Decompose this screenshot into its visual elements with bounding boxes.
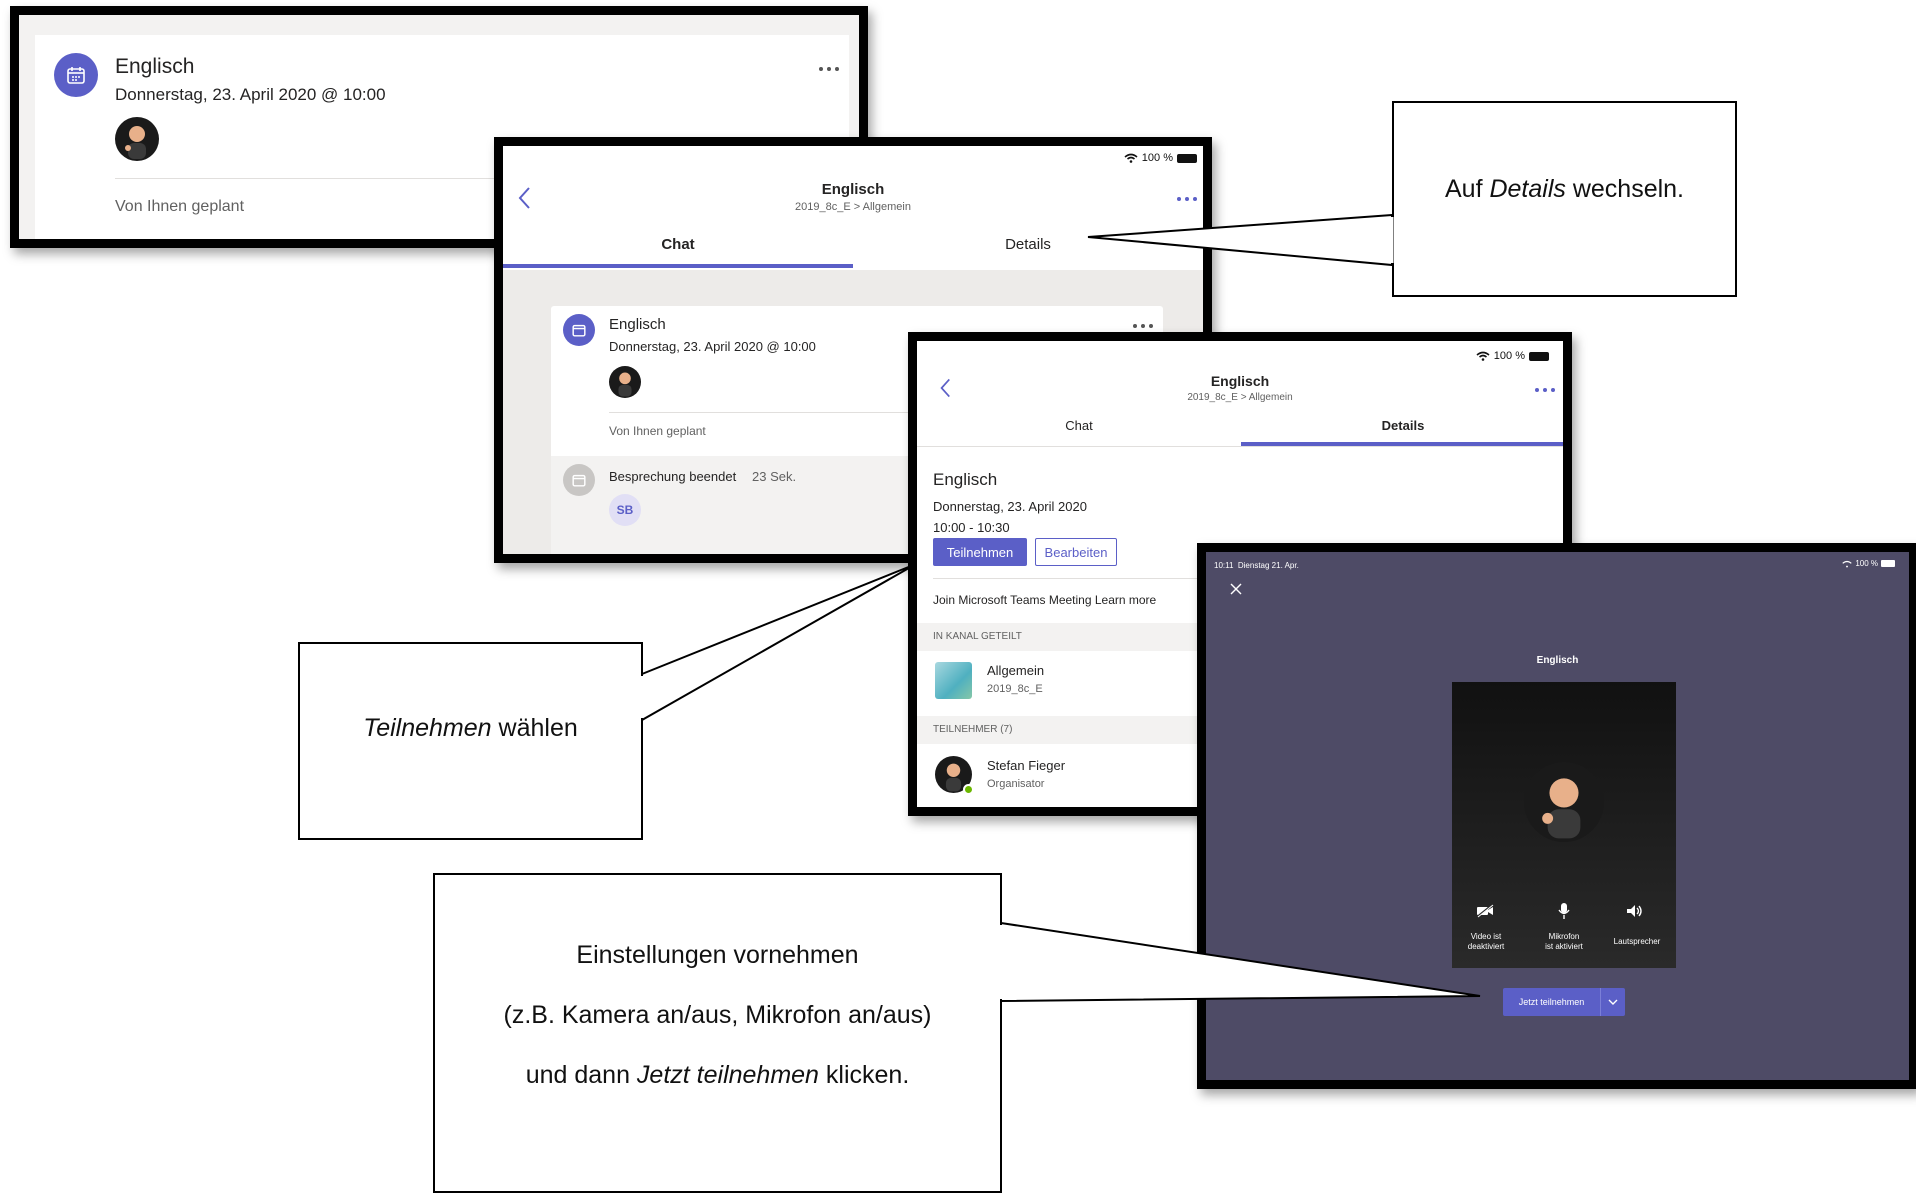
more-options-icon[interactable] — [1133, 324, 1153, 328]
participant-role: Organisator — [987, 778, 1045, 790]
join-callout-pointer — [641, 563, 917, 722]
organizer-avatar — [609, 366, 641, 398]
mic-label: Mikrofon ist aktiviert — [1534, 932, 1594, 952]
callout-details-em: Details — [1489, 175, 1566, 203]
tab-divider — [917, 446, 1563, 447]
meeting-title: Englisch — [115, 55, 195, 78]
battery-percent: 100 % — [1493, 350, 1525, 362]
calendar-icon — [563, 314, 595, 346]
speaker-icon[interactable] — [1626, 904, 1644, 923]
more-options-icon[interactable] — [819, 67, 839, 71]
wifi-icon — [1124, 153, 1138, 163]
mic-label-line1: Mikrofon — [1548, 932, 1580, 941]
callout-join-post: wählen — [491, 714, 578, 742]
participant-name: Stefan Fieger — [987, 758, 1066, 773]
tab-details[interactable]: Details — [1241, 418, 1563, 433]
organizer-avatar — [115, 117, 159, 161]
meeting-duration: 23 Sek. — [752, 469, 797, 484]
callout-details: Auf Details wechseln. — [1392, 101, 1737, 297]
status-left: 10:11 Dienstag 21. Apr. — [1214, 561, 1299, 570]
callout-settings-line1: Einstellungen vornehmen — [576, 941, 859, 969]
tab-chat-indicator — [503, 264, 853, 268]
participant-initials-avatar: SB — [609, 494, 641, 526]
meeting-title: Englisch — [933, 470, 998, 489]
card-title: Englisch — [609, 316, 666, 333]
meeting-name: Englisch — [1536, 655, 1579, 666]
callout-join-text: Teilnehmen wählen — [300, 714, 641, 743]
status-bar: 100 % — [1476, 350, 1549, 362]
calendar-ended-icon — [563, 464, 595, 496]
status-bar: 100 % — [1124, 152, 1197, 164]
video-label-line2: deaktiviert — [1467, 942, 1505, 951]
section-participants-label: TEILNEHMER (7) — [933, 724, 1013, 735]
microphone-icon[interactable] — [1558, 902, 1570, 925]
meeting-ended-label: Besprechung beendet — [609, 469, 737, 484]
meeting-date: Donnerstag, 23. April 2020 @ 10:00 — [115, 85, 386, 104]
close-icon[interactable] — [1230, 582, 1242, 600]
meeting-time: 10:00 - 10:30 — [933, 520, 1010, 535]
tab-chat[interactable]: Chat — [917, 418, 1241, 433]
header-title: Englisch — [1210, 373, 1270, 389]
video-label-line1: Video ist — [1470, 932, 1502, 941]
join-button[interactable]: Teilnehmen — [933, 538, 1027, 566]
mic-label-line2: ist aktiviert — [1545, 942, 1583, 951]
callout-details-text: Auf Details wechseln. — [1394, 175, 1735, 204]
meeting-date: Donnerstag, 23. April 2020 — [933, 499, 1087, 514]
battery-percent: 100 % — [1141, 152, 1173, 164]
channel-team: 2019_8c_E — [987, 683, 1043, 695]
callout-settings-line3: und dann Jetzt teilnehmen klicken. — [435, 1061, 1000, 1090]
more-options-icon[interactable] — [1535, 388, 1555, 392]
callout-settings-line3-em: Jetzt teilnehmen — [636, 1061, 819, 1089]
video-label: Video ist deaktiviert — [1456, 932, 1516, 952]
self-avatar — [1524, 762, 1604, 842]
calendar-icon — [54, 53, 98, 97]
prejoin-screenshot: 10:11 Dienstag 21. Apr. 100 % Englisch V… — [1197, 543, 1916, 1089]
battery-icon — [1881, 560, 1895, 567]
battery-icon — [1529, 351, 1549, 361]
callout-details-pre: Auf — [1444, 175, 1490, 203]
callout-settings-line3-pre: und dann — [525, 1061, 637, 1089]
more-options-icon[interactable] — [1177, 197, 1197, 201]
header-title: Englisch — [821, 181, 885, 198]
presence-available-icon — [963, 784, 974, 795]
callout-settings-line3-post: klicken. — [818, 1061, 910, 1089]
video-preview: Video ist deaktiviert Mikrofon ist aktivie… — [1452, 682, 1676, 968]
callout-details-post: wechseln. — [1565, 175, 1685, 203]
header-subtitle: 2019_8c_E > Allgemein — [795, 201, 911, 213]
callout-join: Teilnehmen wählen — [298, 642, 643, 840]
join-meeting-link[interactable]: Join Microsoft Teams Meeting Learn more — [933, 593, 1156, 607]
wifi-icon — [1842, 560, 1852, 567]
status-right: 100 % — [1842, 559, 1895, 568]
channel-name: Allgemein — [987, 663, 1045, 678]
join-options-chevron-icon[interactable] — [1601, 988, 1625, 1016]
tab-details[interactable]: Details — [853, 236, 1203, 253]
edit-button[interactable]: Bearbeiten — [1035, 538, 1117, 566]
wifi-icon — [1476, 351, 1490, 361]
card-date: Donnerstag, 23. April 2020 @ 10:00 — [609, 339, 816, 354]
join-now-button[interactable]: Jetzt teilnehmen — [1503, 988, 1625, 1016]
callout-settings: Einstellungen vornehmen (z.B. Kamera an/… — [433, 873, 1002, 1193]
battery-icon — [1177, 153, 1197, 163]
speaker-label: Lautsprecher — [1613, 937, 1661, 946]
section-channel-label: IN KANAL GETEILT — [933, 631, 1022, 642]
planned-by-label: Von Ihnen geplant — [115, 198, 245, 215]
header: 100 % Englisch 2019_8c_E > Allgemein Cha… — [503, 146, 1203, 270]
join-now-label[interactable]: Jetzt teilnehmen — [1503, 988, 1601, 1016]
tab-chat[interactable]: Chat — [503, 236, 853, 253]
callout-join-em: Teilnehmen — [363, 714, 492, 742]
channel-thumbnail — [935, 662, 972, 699]
video-off-icon[interactable] — [1476, 904, 1494, 923]
battery-percent: 100 % — [1855, 559, 1878, 568]
header-subtitle: 2019_8c_E > Allgemein — [1187, 392, 1293, 403]
callout-settings-line2: (z.B. Kamera an/aus, Mikrofon an/aus) — [503, 1001, 932, 1029]
card-planned: Von Ihnen geplant — [609, 424, 706, 438]
